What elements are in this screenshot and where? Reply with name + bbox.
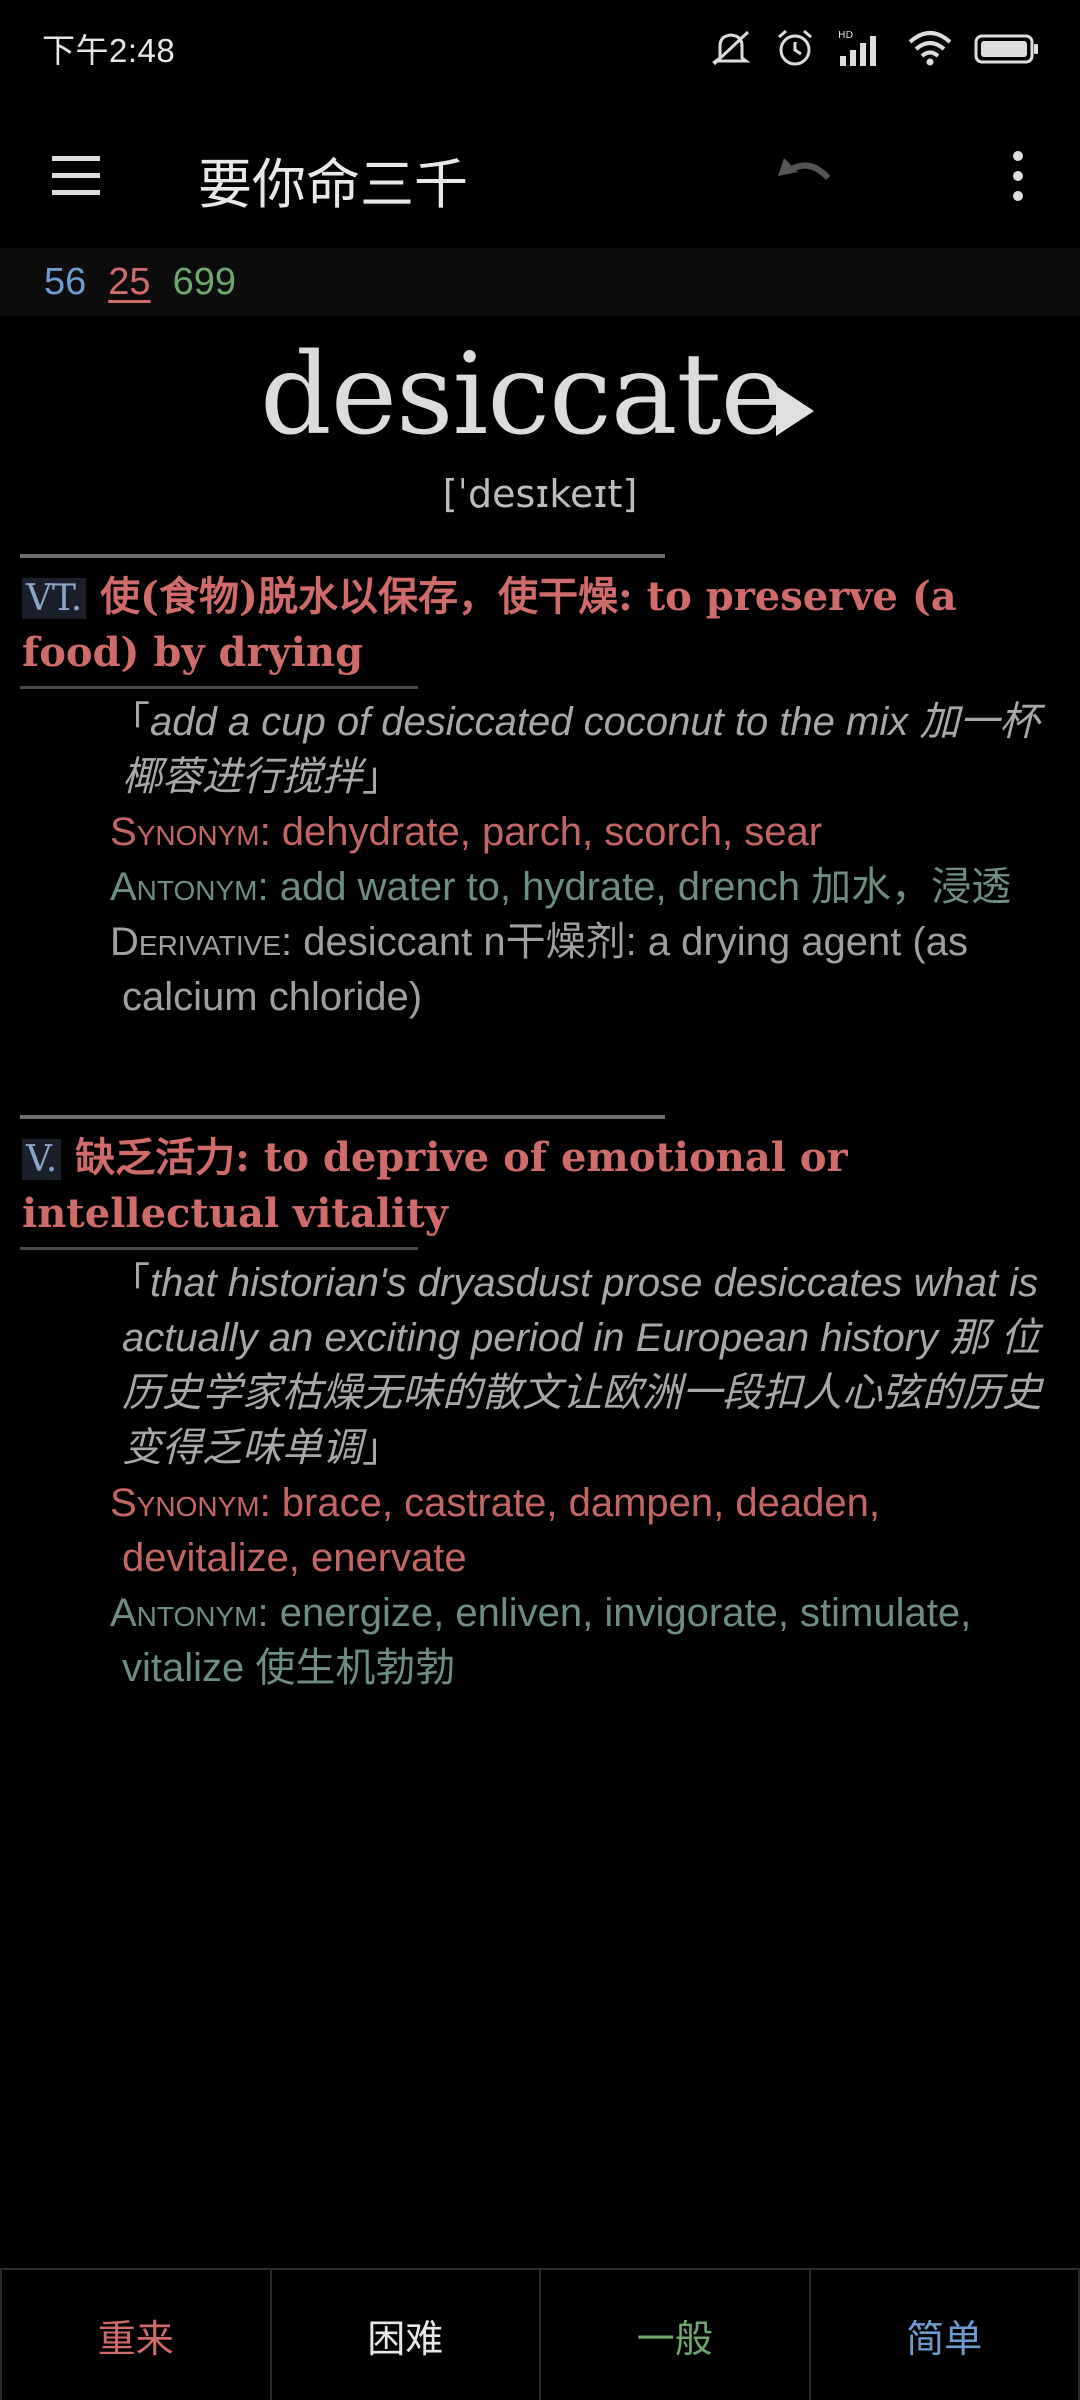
hard-button[interactable]: 困难 [271,2270,541,2400]
synonym-label: Synonym [110,1481,260,1525]
sense-definition: V. 缺乏活力: to deprive of emotional or inte… [22,1131,1058,1241]
mute-icon [711,30,751,66]
divider [20,686,418,689]
hd-signal-icon: HD [838,30,876,66]
menu-icon[interactable] [48,148,104,204]
synonyms-line: Synonym: brace, castrate, dampen, deaden… [110,1476,1060,1586]
example-sentence: 「that historian's dryasdust prose desicc… [110,1261,1042,1470]
word-header: desiccate [ˈdesɪkeɪt] [0,330,1080,530]
antonyms-line: Antonym: energize, enliven, invigorate, … [110,1586,1060,1696]
headword: desiccate [260,330,787,460]
again-button[interactable]: 重来 [0,2270,272,2400]
sense-details: 「that historian's dryasdust prose desicc… [110,1256,1060,1696]
synonyms-text: : dehydrate, parch, scorch, sear [259,810,823,854]
good-button[interactable]: 一般 [541,2270,811,2400]
definition-text: 使(食物)脱水以保存，使干燥: to preserve (a food) by … [22,573,957,676]
learning-count: 25 [108,260,151,303]
example-sentence: 「add a cup of desiccated coconut to the … [110,700,1040,799]
status-icons: HD [708,28,1040,68]
app-title: 要你命三千 [198,153,468,216]
new-count: 56 [44,260,87,303]
example-text: add a cup of desiccated coconut to the m… [122,700,1040,799]
divider [20,554,665,558]
sense-1: VT. 使(食物)脱水以保存，使干燥: to preserve (a food)… [0,554,1080,1025]
sense-2: V. 缺乏活力: to deprive of emotional or inte… [0,1115,1080,1696]
pronunciation: [ˈdesɪkeɪt] [442,472,638,516]
sense-details: 「add a cup of desiccated coconut to the … [110,695,1060,1025]
derivative-line: Derivative: desiccant n干燥剂: a drying age… [110,915,1060,1025]
example-text: that historian's dryasdust prose desicca… [122,1261,1042,1470]
derivative-label: Derivative [110,920,281,964]
antonyms-line: Antonym: add water to, hydrate, drench 加… [110,860,1060,915]
play-audio-icon[interactable] [770,380,820,442]
wifi-icon [908,31,952,66]
battery-icon [974,34,1038,64]
status-bar: 下午2:48 HD [0,0,1080,96]
alarm-icon [778,29,812,66]
antonyms-text: : add water to, hydrate, drench 加水，浸透 [257,865,1012,909]
app-bar: 要你命三千 [0,110,1080,240]
status-time: 下午2:48 [42,32,176,69]
definition-text: 缺乏活力: to deprive of emotional or intelle… [22,1134,848,1237]
card-counts: 56 25 699 [0,248,1080,316]
easy-button[interactable]: 简单 [810,2270,1080,2400]
answer-bar: 重来 困难 一般 简单 [0,2268,1080,2400]
antonym-label: Antonym [110,865,258,909]
sense-definition: VT. 使(食物)脱水以保存，使干燥: to preserve (a food)… [22,570,1058,680]
review-count: 699 [172,260,236,303]
svg-text:HD: HD [838,30,854,41]
antonym-label: Antonym [110,1591,258,1635]
divider [20,1247,418,1250]
undo-icon[interactable] [770,148,838,204]
divider [20,1115,665,1119]
part-of-speech: V. [22,1139,62,1180]
synonym-label: Synonym [110,810,260,854]
more-icon[interactable] [1000,146,1036,206]
synonyms-line: Synonym: dehydrate, parch, scorch, sear [110,805,1060,860]
part-of-speech: VT. [22,578,87,619]
